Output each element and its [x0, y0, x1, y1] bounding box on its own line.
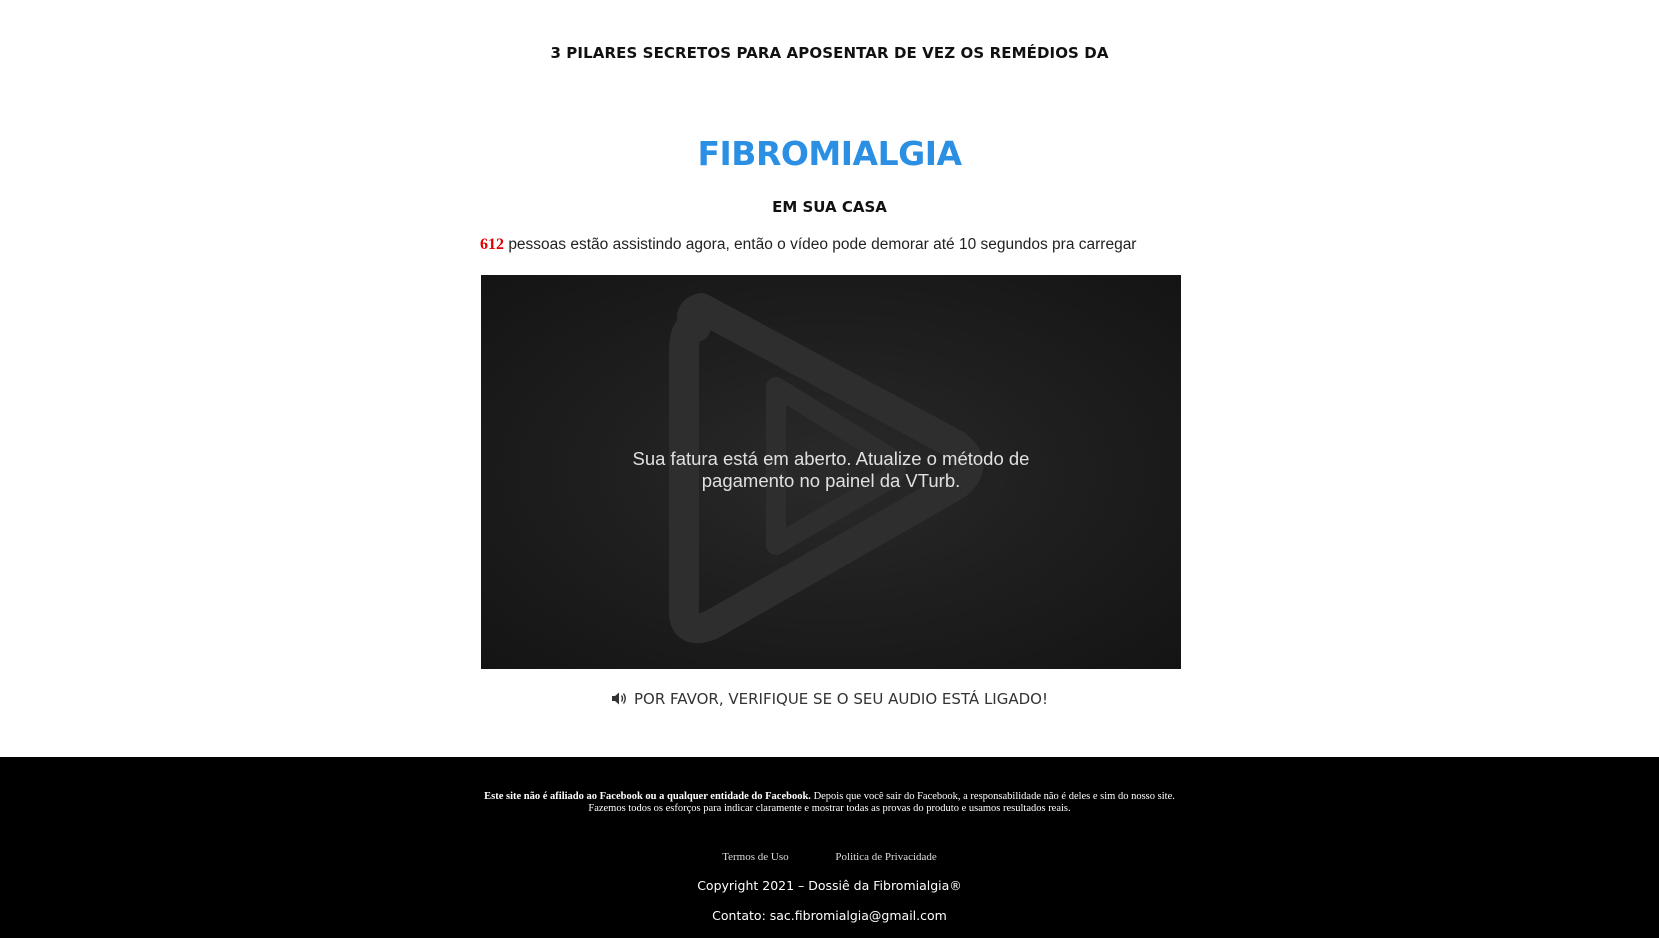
footer: Este site não é afiliado ao Facebook ou …	[0, 757, 1659, 938]
disclaimer-rest: Depois que você sair do Facebook, a resp…	[810, 791, 1175, 802]
disclaimer-line2: Fazemos todos os esforços para indicar c…	[588, 803, 1071, 814]
privacy-link[interactable]: Politica de Privacidade	[835, 851, 936, 863]
audio-notice-text: POR FAVOR, VERIFIQUE SE O SEU AUDIO ESTÁ…	[634, 690, 1048, 708]
footer-links: Termos de Uso Politica de Privacidade	[0, 851, 1659, 863]
page: 3 PILARES SECRETOS PARA APOSENTAR DE VEZ…	[0, 0, 1659, 938]
copyright: Copyright 2021 – Dossiê da Fibromialgia®	[697, 878, 962, 893]
video-message-line2: pagamento no painel da VTurb.	[701, 470, 961, 491]
top-heading: 3 PILARES SECRETOS PARA APOSENTAR DE VEZ…	[550, 44, 1109, 62]
terms-link[interactable]: Termos de Uso	[722, 851, 788, 863]
contact: Contato: sac.fibromialgia@gmail.com	[712, 908, 947, 923]
disclaimer-line1: Este site não é afiliado ao Facebook ou …	[0, 791, 1659, 803]
audio-notice: POR FAVOR, VERIFIQUE SE O SEU AUDIO ESTÁ…	[0, 690, 1659, 708]
sub-title: EM SUA CASA	[772, 198, 887, 216]
viewers-text: pessoas estão assistindo agora, então o …	[508, 236, 1137, 253]
speaker-icon	[612, 692, 626, 705]
video-message-line1: Sua fatura está em aberto. Atualize o mé…	[632, 448, 1030, 469]
footer-disclaimer: Este site não é afiliado ao Facebook ou …	[0, 791, 1659, 815]
video-message: Sua fatura está em aberto. Atualize o mé…	[581, 448, 1081, 492]
disclaimer-bold: Este site não é afiliado ao Facebook ou …	[484, 791, 811, 802]
main-title: FIBROMIALGIA	[697, 134, 962, 173]
viewers-line: 612 pessoas estão assistindo agora, entã…	[480, 236, 1180, 254]
viewers-count: 612	[480, 236, 504, 253]
video-player[interactable]: Sua fatura está em aberto. Atualize o mé…	[481, 275, 1181, 669]
